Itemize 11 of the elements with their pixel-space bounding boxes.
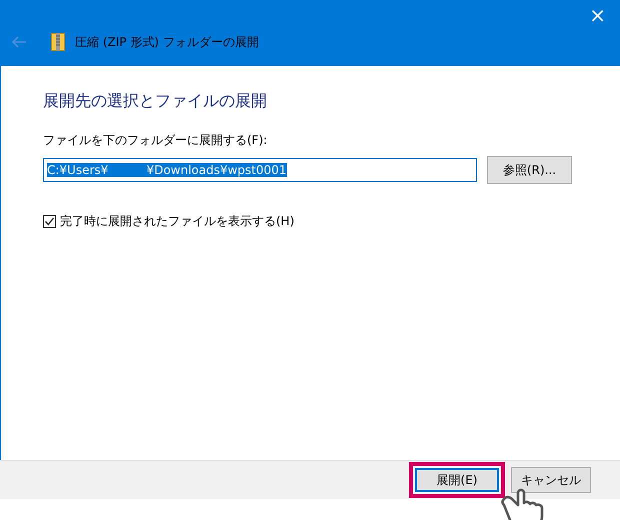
window-title: 圧縮 (ZIP 形式) フォルダーの展開	[75, 34, 259, 50]
browse-button[interactable]: 参照(R)...	[487, 156, 572, 184]
checkbox[interactable]	[43, 215, 56, 228]
extract-button[interactable]: 展開(E)	[415, 468, 499, 492]
zip-folder-icon	[51, 33, 65, 51]
input-field[interactable]: C:¥Users¥ ¥Downloads¥wpst0001	[43, 158, 477, 182]
cancel-button[interactable]: キャンセル	[511, 467, 591, 493]
close-button[interactable]: ×	[575, 0, 620, 30]
checkbox-label[interactable]: 完了時に展開されたファイルを表示する(H)	[60, 213, 294, 230]
field-label: ファイルを下のフォルダーに展開する(F):	[43, 132, 268, 149]
page-heading: 展開先の選択とファイルの展開	[43, 90, 268, 112]
